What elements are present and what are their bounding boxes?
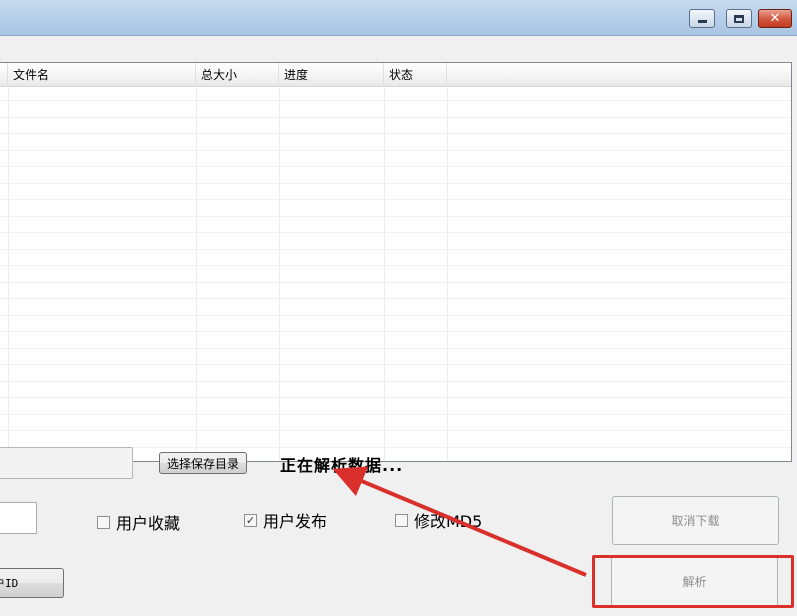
select-save-dir-button[interactable]: 选择保存目录 xyxy=(159,452,247,474)
column-divider xyxy=(279,88,280,461)
row-gridline xyxy=(0,133,791,134)
client-area: 文件名 总大小 进度 状态 选择保存目录 正在解析数据... 用户收藏 ✓ 用户… xyxy=(0,36,797,616)
minimize-icon xyxy=(697,20,707,23)
save-path-field[interactable] xyxy=(0,447,133,479)
row-gridline xyxy=(0,232,791,233)
row-gridline xyxy=(0,315,791,316)
row-gridline xyxy=(0,298,791,299)
download-list[interactable]: 文件名 总大小 进度 状态 xyxy=(0,62,792,462)
row-gridline xyxy=(0,216,791,217)
row-gridline xyxy=(0,331,791,332)
checkbox-modify-md5[interactable]: 修改MD5 xyxy=(395,508,482,532)
checkbox-user-publish[interactable]: ✓ 用户发布 xyxy=(244,508,327,532)
checkbox-user-favorites[interactable]: 用户收藏 xyxy=(97,510,180,534)
row-gridline xyxy=(0,150,791,151)
list-body xyxy=(0,88,791,461)
row-gridline xyxy=(0,364,791,365)
row-gridline xyxy=(0,166,791,167)
row-gridline xyxy=(0,100,791,101)
row-gridline xyxy=(0,249,791,250)
column-divider xyxy=(196,88,197,461)
checkbox-label: 用户发布 xyxy=(263,512,328,531)
row-gridline xyxy=(0,199,791,200)
row-gridline xyxy=(0,348,791,349)
highlight-frame xyxy=(592,555,794,608)
checkbox-label: 用户收藏 xyxy=(116,514,181,533)
checkbox-box[interactable] xyxy=(97,515,110,529)
row-gridline xyxy=(0,414,791,415)
row-gridline xyxy=(0,381,791,382)
row-gridline xyxy=(0,117,791,118)
user-id-button[interactable]: 户ID xyxy=(0,568,64,598)
minimize-button[interactable] xyxy=(689,9,715,28)
column-header-blank xyxy=(0,63,8,87)
close-icon: ✕ xyxy=(769,11,781,26)
user-id-input[interactable] xyxy=(0,502,37,534)
status-message: 正在解析数据... xyxy=(280,456,404,475)
row-gridline xyxy=(0,183,791,184)
row-gridline xyxy=(0,397,791,398)
column-header-progress[interactable]: 进度 xyxy=(279,63,384,87)
list-header: 文件名 总大小 进度 状态 xyxy=(0,63,791,87)
column-divider xyxy=(8,88,9,461)
user-id-button-label: 户ID xyxy=(0,577,19,590)
close-button[interactable]: ✕ xyxy=(758,9,792,28)
maximize-icon xyxy=(734,14,744,23)
checkbox-box[interactable] xyxy=(395,513,408,527)
row-gridline xyxy=(0,265,791,266)
checkmark-icon[interactable]: ✓ xyxy=(244,513,257,527)
column-divider xyxy=(447,88,448,461)
window-titlebar: ✕ xyxy=(0,0,797,36)
checkbox-label: 修改MD5 xyxy=(414,512,483,531)
row-gridline xyxy=(0,430,791,431)
column-divider xyxy=(384,88,385,461)
cancel-download-button[interactable]: 取消下载 xyxy=(612,496,779,545)
column-header-size[interactable]: 总大小 xyxy=(196,63,279,87)
column-header-filename[interactable]: 文件名 xyxy=(8,63,196,87)
maximize-button[interactable] xyxy=(726,9,752,28)
row-gridline xyxy=(0,282,791,283)
column-header-status[interactable]: 状态 xyxy=(384,63,447,87)
